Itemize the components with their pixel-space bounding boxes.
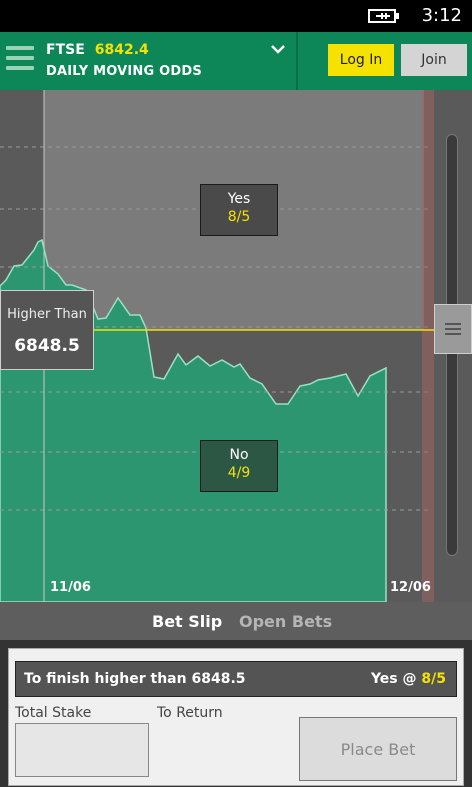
tab-open-bets[interactable]: Open Bets <box>239 612 332 631</box>
pick-label: Yes @ <box>370 671 422 687</box>
x-axis-label-start: 11/06 <box>50 580 91 595</box>
yes-odds-bubble[interactable]: Yes 8/5 <box>200 184 278 236</box>
higher-than-box: Higher Than 6848.5 <box>0 290 94 370</box>
market-name: FTSE <box>46 42 85 58</box>
market-price: 6842.4 <box>94 42 149 58</box>
login-button[interactable]: Log In <box>328 44 394 76</box>
bet-slip-panel: To finish higher than 6848.5 Yes @ 8/5 T… <box>0 640 472 787</box>
chevron-down-icon[interactable] <box>269 42 287 56</box>
no-odds-bubble[interactable]: No 4/9 <box>200 440 278 492</box>
bet-slip-card: To finish higher than 6848.5 Yes @ 8/5 T… <box>8 648 464 786</box>
yes-odds: 8/5 <box>227 209 251 225</box>
yes-label: Yes <box>227 191 251 207</box>
place-bet-button[interactable]: Place Bet <box>299 717 457 781</box>
selection-bar: To finish higher than 6848.5 Yes @ 8/5 <box>15 661 457 697</box>
market-title[interactable]: FTSE 6842.4 <box>46 42 149 58</box>
market-subtitle: DAILY MOVING ODDS <box>46 64 202 79</box>
closed-zone <box>422 90 434 602</box>
pick-odds: 8/5 <box>421 671 446 687</box>
total-stake-label: Total Stake <box>15 705 92 721</box>
bet-tabs: Bet Slip Open Bets <box>0 602 472 640</box>
tab-bet-slip[interactable]: Bet Slip <box>152 612 222 631</box>
hamburger-menu-icon[interactable] <box>6 46 34 76</box>
higher-than-label: Higher Than <box>7 307 87 322</box>
stake-input[interactable] <box>15 723 149 777</box>
selection-pick: Yes @ 8/5 <box>371 671 446 687</box>
header-divider <box>296 32 298 90</box>
no-label: No <box>229 447 249 463</box>
strike-slider-handle[interactable] <box>434 304 472 354</box>
app-header: FTSE 6842.4 DAILY MOVING ODDS Log In Join <box>0 32 472 90</box>
odds-chart[interactable]: Yes 8/5 No 4/9 Higher Than 6848.5 11/06 … <box>0 90 472 602</box>
status-bar: 3:12 <box>0 0 472 32</box>
x-axis-label-end: 12/06 <box>390 580 431 595</box>
battery-charging-icon <box>368 9 399 23</box>
clock: 3:12 <box>421 5 462 26</box>
selection-text: To finish higher than 6848.5 <box>24 671 246 687</box>
join-button[interactable]: Join <box>401 44 467 76</box>
no-odds: 4/9 <box>227 465 251 481</box>
to-return-label: To Return <box>157 705 223 721</box>
higher-than-value: 6848.5 <box>14 336 80 356</box>
